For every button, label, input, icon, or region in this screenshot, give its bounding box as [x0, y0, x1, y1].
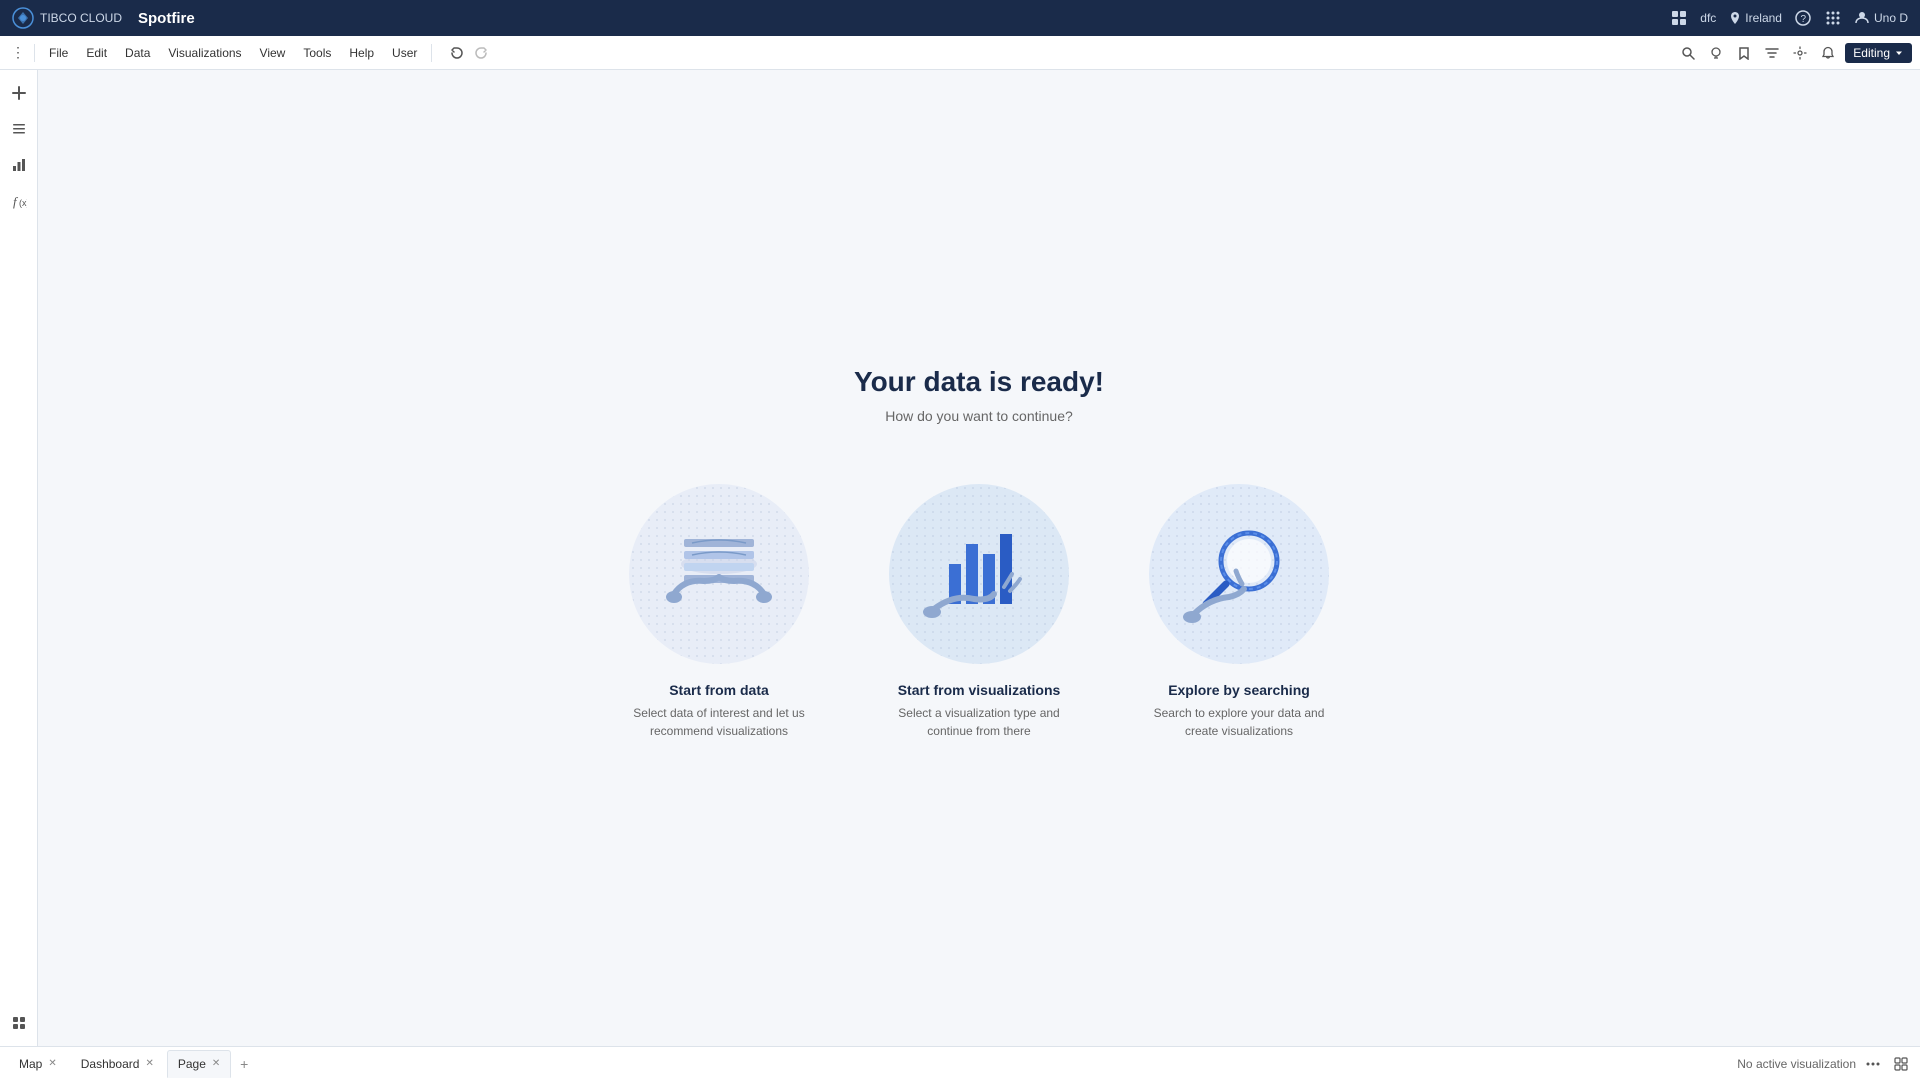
tab-page-close[interactable]: ✕ [212, 1058, 220, 1069]
bottom-grid-icon[interactable] [1890, 1053, 1912, 1075]
redo-button[interactable] [470, 42, 492, 64]
bottom-more-icon[interactable] [1862, 1053, 1884, 1075]
visualizations-panel-icon[interactable] [4, 150, 34, 180]
card-data-title: Start from data [669, 682, 769, 698]
menu-edit[interactable]: Edit [78, 42, 115, 64]
help-icon[interactable]: ? [1794, 9, 1812, 27]
menu-divider-2 [431, 44, 432, 62]
svg-text:(x): (x) [19, 198, 27, 208]
menu-tools[interactable]: Tools [295, 42, 339, 64]
status-label: No active visualization [1737, 1057, 1856, 1071]
apps-grid-icon[interactable] [1824, 9, 1842, 27]
menu-divider-1 [34, 44, 35, 62]
hero-title: Your data is ready! [854, 366, 1104, 398]
card-search-title: Explore by searching [1168, 682, 1310, 698]
tibco-logo-icon [12, 7, 34, 29]
menu-data[interactable]: Data [117, 42, 158, 64]
bottom-tab-bar: Map ✕ Dashboard ✕ Page ✕ + No active vis… [0, 1046, 1920, 1080]
tab-dashboard[interactable]: Dashboard ✕ [70, 1050, 165, 1078]
editing-badge[interactable]: Editing [1845, 43, 1912, 63]
card-explore-by-searching[interactable]: Explore by searching Search to explore y… [1129, 474, 1349, 750]
tab-page[interactable]: Page ✕ [167, 1050, 231, 1078]
notifications-button[interactable] [1817, 42, 1839, 64]
menu-bar-right: Editing [1677, 42, 1912, 64]
formula-icon[interactable]: f(x) [4, 186, 34, 216]
card-data-desc: Select data of interest and let us recom… [619, 704, 819, 740]
cards-container: Start from data Select data of interest … [609, 474, 1349, 750]
card-vis-illustration [889, 484, 1069, 664]
add-page-icon[interactable] [4, 78, 34, 108]
app-name-label: Spotfire [138, 10, 195, 27]
brand-label: TIBCO CLOUD [40, 11, 122, 25]
tab-map-close[interactable]: ✕ [48, 1058, 56, 1069]
card-start-from-data[interactable]: Start from data Select data of interest … [609, 474, 829, 750]
card-vis-desc: Select a visualization type and continue… [879, 704, 1079, 740]
main-layout: f(x) Your data is ready! How do you want… [0, 70, 1920, 1046]
undo-button[interactable] [446, 42, 468, 64]
bottom-bar-right: No active visualization [1737, 1053, 1912, 1075]
tab-map[interactable]: Map ✕ [8, 1050, 68, 1078]
card-search-desc: Search to explore your data and create v… [1139, 704, 1339, 740]
card-search-illustration [1149, 484, 1329, 664]
card-data-illustration [629, 484, 809, 664]
hero-subtitle: How do you want to continue? [885, 408, 1073, 424]
add-tab-button[interactable]: + [233, 1053, 255, 1075]
tab-dashboard-close[interactable]: ✕ [145, 1058, 153, 1069]
search-button[interactable] [1677, 42, 1699, 64]
menu-file[interactable]: File [41, 42, 76, 64]
card-vis-title: Start from visualizations [898, 682, 1061, 698]
svg-text:?: ? [1800, 14, 1806, 25]
top-bar: TIBCO CLOUD Spotfire dfc Ireland ? Uno D [0, 0, 1920, 36]
menu-visualizations[interactable]: Visualizations [160, 42, 249, 64]
top-bar-right: dfc Ireland ? Uno D [1670, 9, 1908, 27]
db-label: dfc [1700, 11, 1716, 25]
location-label[interactable]: Ireland [1728, 11, 1782, 25]
menu-view[interactable]: View [252, 42, 294, 64]
menu-user[interactable]: User [384, 42, 425, 64]
location-icon [1728, 11, 1742, 25]
content-area: Your data is ready! How do you want to c… [38, 70, 1920, 1046]
user-menu[interactable]: Uno D [1854, 10, 1908, 26]
user-icon [1854, 10, 1870, 26]
card-start-from-visualizations[interactable]: Start from visualizations Select a visua… [869, 474, 1089, 750]
chevron-down-icon [1894, 48, 1904, 58]
menu-dots-button[interactable]: ⋮ [8, 43, 28, 63]
settings-button[interactable] [1789, 42, 1811, 64]
menu-bar: ⋮ File Edit Data Visualizations View Too… [0, 36, 1920, 70]
app-logo[interactable]: TIBCO CLOUD [12, 7, 122, 29]
grid-icon[interactable] [1670, 9, 1688, 27]
dashboard-icon[interactable] [4, 1008, 34, 1038]
bookmark-button[interactable] [1733, 42, 1755, 64]
insights-button[interactable] [1705, 42, 1727, 64]
menu-help[interactable]: Help [341, 42, 382, 64]
filter-button[interactable] [1761, 42, 1783, 64]
pages-list-icon[interactable] [4, 114, 34, 144]
undo-redo-group [446, 42, 492, 64]
left-sidebar: f(x) [0, 70, 38, 1046]
